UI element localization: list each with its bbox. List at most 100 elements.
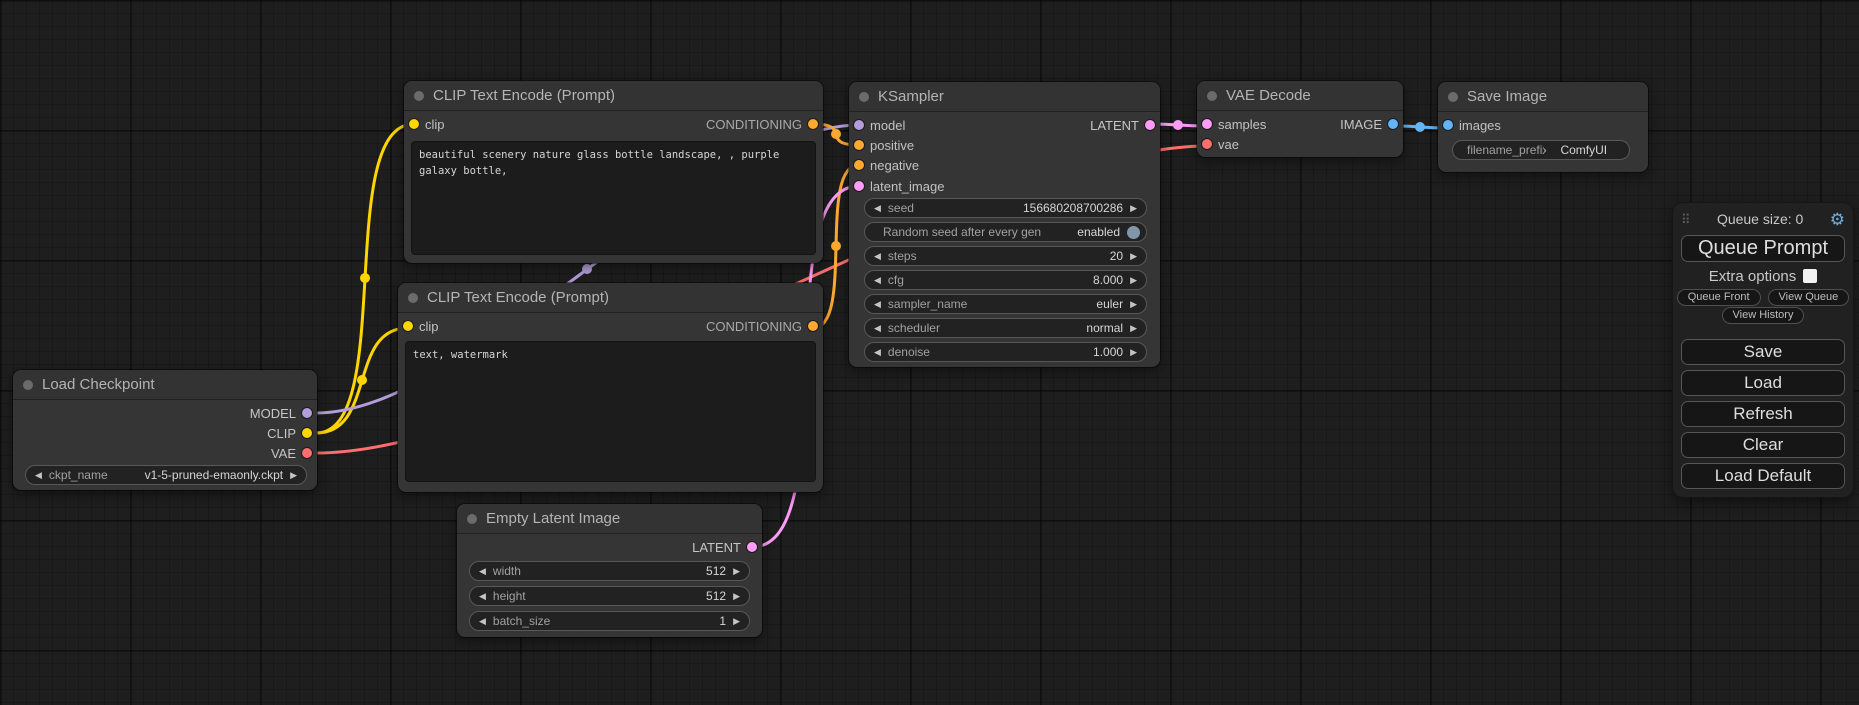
settings-gear-icon[interactable]: ⚙ (1830, 211, 1845, 228)
node-collapse-dot-icon[interactable] (859, 92, 869, 102)
node-title-bar[interactable]: Empty Latent Image (457, 504, 762, 534)
increment-arrow-icon[interactable]: ▶ (733, 567, 740, 576)
link-midpoint-dot (1415, 122, 1425, 132)
input-label-model: model (870, 118, 905, 133)
input-slot-samples[interactable] (1202, 119, 1212, 129)
node-title-bar[interactable]: VAE Decode (1197, 81, 1403, 111)
output-slot-model[interactable] (302, 408, 312, 418)
input-label-clip: clip (425, 117, 445, 132)
view-queue-button[interactable]: View Queue (1768, 289, 1850, 306)
node-collapse-dot-icon[interactable] (23, 380, 33, 390)
decrement-arrow-icon[interactable]: ◀ (874, 276, 881, 285)
node-load-checkpoint[interactable]: Load Checkpoint MODEL CLIP VAE ◀ ckpt_na… (13, 370, 317, 490)
decrement-arrow-icon[interactable]: ◀ (479, 617, 486, 626)
clear-button[interactable]: Clear (1681, 432, 1845, 458)
link-midpoint-dot (831, 241, 841, 251)
queue-prompt-button[interactable]: Queue Prompt (1681, 235, 1845, 262)
increment-arrow-icon[interactable]: ▶ (1130, 276, 1137, 285)
node-collapse-dot-icon[interactable] (1207, 91, 1217, 101)
node-vae-decode[interactable]: VAE Decode samples IMAGE vae (1197, 81, 1403, 157)
output-slot-conditioning[interactable] (808, 119, 818, 129)
node-save-image[interactable]: Save Image images filename_prefix ComfyU… (1438, 82, 1648, 172)
node-clip-text-encode-negative[interactable]: CLIP Text Encode (Prompt) clip CONDITION… (398, 283, 823, 492)
link-midpoint-dot (360, 273, 370, 283)
node-empty-latent-image[interactable]: Empty Latent Image LATENT ◀ width 512 ▶ … (457, 504, 762, 637)
node-ksampler[interactable]: KSampler model LATENT positive negative … (849, 82, 1160, 367)
node-title-bar[interactable]: Load Checkpoint (13, 370, 317, 400)
denoise-widget[interactable]: ◀ denoise 1.000 ▶ (864, 342, 1147, 362)
width-widget[interactable]: ◀ width 512 ▶ (469, 561, 750, 581)
output-slot-image[interactable] (1388, 119, 1398, 129)
input-slot-vae[interactable] (1202, 139, 1212, 149)
steps-widget[interactable]: ◀ steps 20 ▶ (864, 246, 1147, 266)
refresh-button[interactable]: Refresh (1681, 401, 1845, 427)
increment-arrow-icon[interactable]: ▶ (733, 617, 740, 626)
decrement-arrow-icon[interactable]: ◀ (35, 471, 42, 480)
node-collapse-dot-icon[interactable] (414, 91, 424, 101)
toggle-on-icon[interactable] (1127, 226, 1140, 239)
node-graph-canvas[interactable]: Load Checkpoint MODEL CLIP VAE ◀ ckpt_na… (0, 0, 1859, 705)
view-history-button[interactable]: View History (1722, 307, 1805, 324)
queue-menu-panel: ⠿ Queue size: 0 ⚙ Queue Prompt Extra opt… (1673, 203, 1853, 497)
node-title: CLIP Text Encode (Prompt) (427, 289, 609, 306)
decrement-arrow-icon[interactable]: ◀ (479, 592, 486, 601)
node-title-bar[interactable]: CLIP Text Encode (Prompt) (398, 283, 823, 313)
increment-arrow-icon[interactable]: ▶ (1130, 204, 1137, 213)
increment-arrow-icon[interactable]: ▶ (290, 471, 297, 480)
load-button[interactable]: Load (1681, 370, 1845, 396)
increment-arrow-icon[interactable]: ▶ (1130, 324, 1137, 333)
random-seed-toggle-widget[interactable]: Random seed after every gen enabled (864, 222, 1147, 242)
queue-front-button[interactable]: Queue Front (1677, 289, 1761, 306)
output-slot-latent[interactable] (1145, 120, 1155, 130)
node-title-bar[interactable]: Save Image (1438, 82, 1648, 112)
increment-arrow-icon[interactable]: ▶ (733, 592, 740, 601)
input-slot-model[interactable] (854, 120, 864, 130)
extra-options-checkbox[interactable] (1803, 269, 1817, 283)
decrement-arrow-icon[interactable]: ◀ (874, 348, 881, 357)
decrement-arrow-icon[interactable]: ◀ (874, 252, 881, 261)
node-title-bar[interactable]: KSampler (849, 82, 1160, 112)
save-button[interactable]: Save (1681, 339, 1845, 365)
cfg-widget[interactable]: ◀ cfg 8.000 ▶ (864, 270, 1147, 290)
widget-label: batch_size (493, 614, 550, 628)
output-label-conditioning: CONDITIONING (706, 319, 802, 334)
node-collapse-dot-icon[interactable] (1448, 92, 1458, 102)
node-title: KSampler (878, 88, 944, 105)
node-title-bar[interactable]: CLIP Text Encode (Prompt) (404, 81, 823, 111)
ckpt-name-widget[interactable]: ◀ ckpt_name v1-5-pruned-emaonly.ckpt ▶ (25, 465, 307, 485)
widget-label: denoise (888, 345, 930, 359)
batch-size-widget[interactable]: ◀ batch_size 1 ▶ (469, 611, 750, 631)
sampler-name-widget[interactable]: ◀ sampler_name euler ▶ (864, 294, 1147, 314)
decrement-arrow-icon[interactable]: ◀ (874, 204, 881, 213)
seed-widget[interactable]: ◀ seed 156680208700286 ▶ (864, 198, 1147, 218)
input-slot-positive[interactable] (854, 140, 864, 150)
increment-arrow-icon[interactable]: ▶ (1130, 348, 1137, 357)
output-slot-clip[interactable] (302, 428, 312, 438)
input-slot-latent-image[interactable] (854, 181, 864, 191)
input-slot-clip[interactable] (409, 119, 419, 129)
node-collapse-dot-icon[interactable] (408, 293, 418, 303)
negative-prompt-textarea[interactable]: text, watermark (405, 341, 816, 482)
input-slot-negative[interactable] (854, 160, 864, 170)
output-slot-vae[interactable] (302, 448, 312, 458)
input-slot-images[interactable] (1443, 120, 1453, 130)
node-collapse-dot-icon[interactable] (467, 514, 477, 524)
input-slot-clip[interactable] (403, 321, 413, 331)
widget-value: 156680208700286 (1023, 201, 1123, 215)
increment-arrow-icon[interactable]: ▶ (1130, 300, 1137, 309)
increment-arrow-icon[interactable]: ▶ (1130, 252, 1137, 261)
filename-prefix-widget[interactable]: filename_prefix ComfyUI (1452, 140, 1630, 160)
decrement-arrow-icon[interactable]: ◀ (874, 300, 881, 309)
scheduler-widget[interactable]: ◀ scheduler normal ▶ (864, 318, 1147, 338)
load-default-button[interactable]: Load Default (1681, 463, 1845, 489)
output-label-model: MODEL (250, 406, 296, 421)
link-midpoint-dot (357, 375, 367, 385)
output-slot-latent[interactable] (747, 542, 757, 552)
output-slot-conditioning[interactable] (808, 321, 818, 331)
height-widget[interactable]: ◀ height 512 ▶ (469, 586, 750, 606)
decrement-arrow-icon[interactable]: ◀ (479, 567, 486, 576)
panel-drag-handle-icon[interactable]: ⠿ (1681, 213, 1691, 226)
decrement-arrow-icon[interactable]: ◀ (874, 324, 881, 333)
node-clip-text-encode-positive[interactable]: CLIP Text Encode (Prompt) clip CONDITION… (404, 81, 823, 263)
positive-prompt-textarea[interactable]: beautiful scenery nature glass bottle la… (411, 141, 816, 255)
